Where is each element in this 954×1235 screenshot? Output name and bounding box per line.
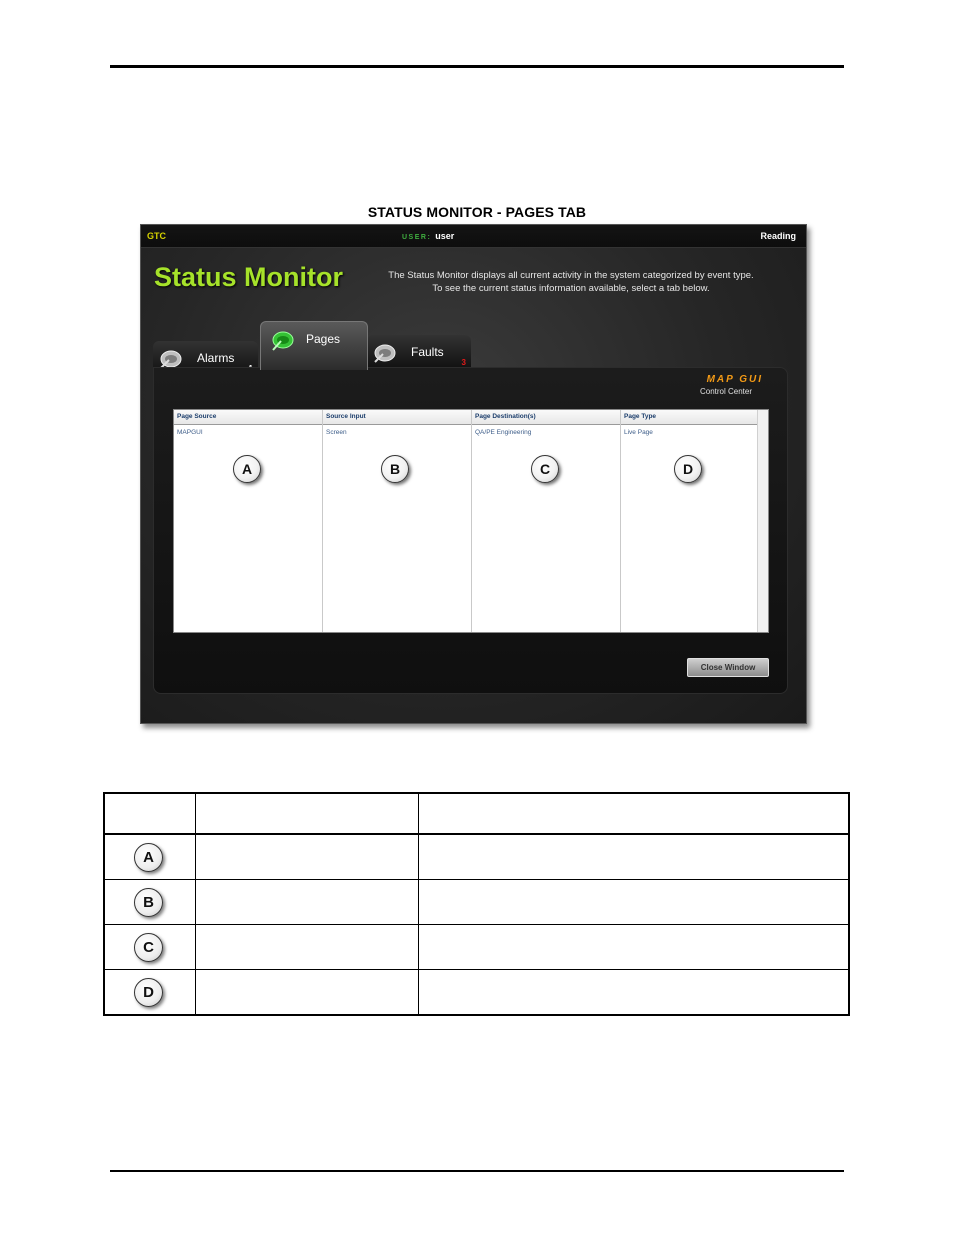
callout-d: D — [674, 455, 702, 483]
table-cell — [418, 969, 850, 1016]
user-indicator: USER: user — [402, 231, 454, 241]
column-source-input: Source Input Screen — [323, 410, 472, 632]
footer-rule — [110, 1170, 844, 1172]
tab-faults[interactable]: Faults 3 — [367, 335, 471, 369]
callout-b-badge: B — [134, 888, 163, 917]
callout-c: C — [531, 455, 559, 483]
column-page-type: Page Type Live Page — [621, 410, 757, 632]
tab-label: Faults — [411, 345, 444, 359]
grid-cell[interactable]: Screen — [326, 429, 347, 436]
grid-cell[interactable]: Live Page — [624, 429, 653, 436]
table-cell — [418, 924, 850, 970]
grid-cell[interactable]: QA/PE Engineering — [475, 429, 531, 436]
tab-label: Alarms — [197, 351, 235, 365]
table-header-cell — [418, 792, 850, 835]
table-header-row — [103, 792, 850, 835]
table-row: A — [103, 833, 850, 880]
tab-count-badge: 3 — [461, 358, 466, 367]
close-window-button[interactable]: Close Window — [687, 658, 769, 677]
table-cell — [195, 833, 419, 880]
top-bar: GTC USER: user Reading — [141, 225, 806, 248]
reading-status: Reading — [760, 231, 796, 241]
table-cell: A — [103, 833, 196, 880]
user-key: USER: — [402, 234, 432, 241]
table-row: D — [103, 969, 850, 1016]
header-rule — [110, 65, 844, 68]
tab-label: Pages — [306, 332, 341, 346]
table-cell — [418, 833, 850, 880]
table-header-cell — [103, 792, 196, 835]
table-cell — [418, 879, 850, 925]
table-cell — [195, 924, 419, 970]
status-monitor-window: GTC USER: user Reading Status Monitor The… — [140, 224, 807, 724]
column-header[interactable]: Page Type — [624, 413, 656, 420]
callout-a: A — [233, 455, 261, 483]
page-title: Status Monitor — [154, 262, 343, 292]
gtc-label: GTC — [147, 231, 166, 241]
pages-grid: Page Source MAPGUI Source Input Screen P… — [173, 409, 769, 633]
description-line-2: To see the current status information av… — [432, 283, 710, 294]
table-cell — [195, 879, 419, 925]
user-name: user — [435, 231, 455, 241]
table-cell: B — [103, 879, 196, 925]
callout-c-badge: C — [134, 933, 163, 962]
brand-logo: MAP GUI — [706, 374, 763, 385]
grid-cell[interactable]: MAPGUI — [177, 429, 203, 436]
table-row: C — [103, 924, 850, 970]
page-description: The Status Monitor displays all current … — [371, 269, 771, 295]
satellite-dish-icon — [272, 331, 294, 351]
pages-panel: MAP GUI Control Center Page Source MAPGU… — [153, 367, 788, 694]
figure-title: STATUS MONITOR - PAGES TAB — [367, 204, 587, 220]
column-header[interactable]: Page Destination(s) — [475, 413, 536, 420]
column-page-source: Page Source MAPGUI — [174, 410, 323, 632]
tab-pages[interactable]: Pages — [260, 321, 368, 370]
brand-subtitle: Control Center — [699, 387, 752, 396]
table-row: B — [103, 879, 850, 925]
table-header-cell — [195, 792, 419, 835]
table-cell — [195, 969, 419, 1016]
callout-d-badge: D — [134, 978, 163, 1007]
callout-a-badge: A — [134, 843, 163, 872]
grid-scrollbar[interactable] — [757, 410, 768, 632]
callout-b: B — [381, 455, 409, 483]
callout-legend-table: A B C D — [103, 792, 850, 1016]
description-line-1: The Status Monitor displays all current … — [388, 270, 754, 281]
table-cell: C — [103, 924, 196, 970]
column-header[interactable]: Page Source — [177, 413, 216, 420]
satellite-dish-icon — [374, 344, 396, 363]
column-page-destinations: Page Destination(s) QA/PE Engineering — [472, 410, 621, 632]
column-header[interactable]: Source Input — [326, 413, 366, 420]
table-cell: D — [103, 969, 196, 1016]
